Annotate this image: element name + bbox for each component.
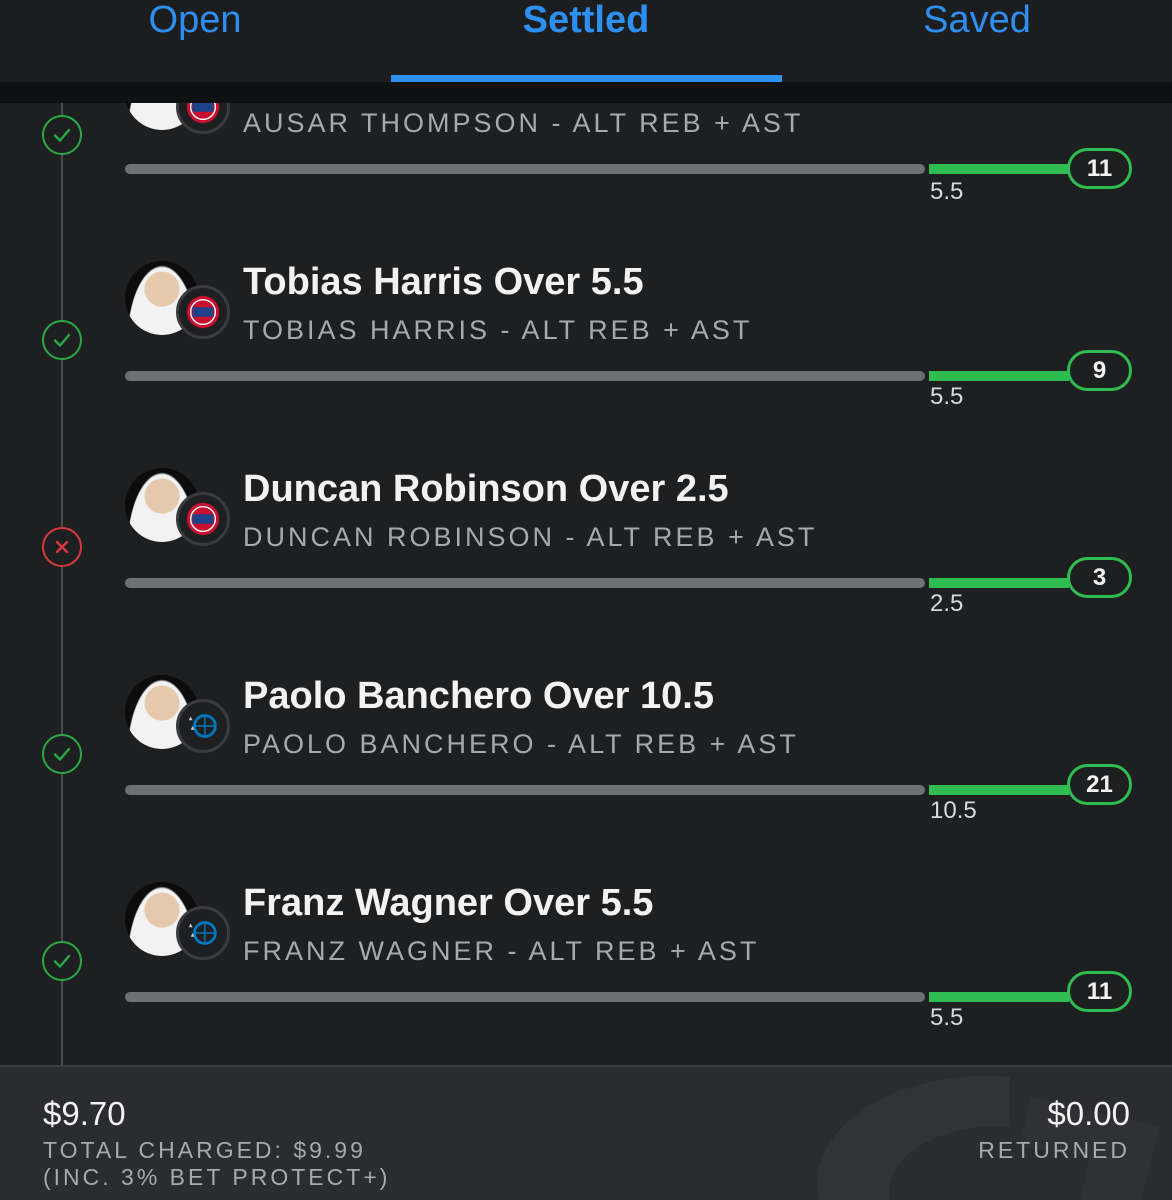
line-value: 5.5: [930, 178, 964, 205]
leg-subtitle: DUNCAN ROBINSON - ALT REB + AST: [243, 522, 818, 552]
returned-label: RETURNED: [978, 1137, 1130, 1163]
stake-amount: $9.70: [43, 1095, 126, 1132]
active-tab-indicator: [391, 75, 782, 82]
bet-protect-note: (INC. 3% BET PROTECT+): [43, 1164, 391, 1190]
x-circle-icon: [42, 527, 82, 567]
tab-saved[interactable]: Saved: [782, 0, 1172, 50]
pistons-logo-icon: [176, 103, 230, 134]
progress-track: [125, 578, 925, 588]
progress-fill: [929, 578, 1069, 588]
tab-bar: Open Settled Saved: [0, 0, 1172, 82]
leg-title: Franz Wagner Over 5.5: [243, 882, 654, 924]
check-circle-icon: [42, 320, 82, 360]
result-value-pill: 3: [1067, 557, 1132, 598]
pistons-logo-icon: [176, 492, 230, 546]
pistons-logo-icon: [176, 285, 230, 339]
tab-divider: [0, 82, 1172, 103]
leg-subtitle: TOBIAS HARRIS - ALT REB + AST: [243, 315, 753, 345]
line-value: 5.5: [930, 1004, 964, 1031]
brand-watermark-icon: [817, 1075, 1160, 1200]
progress-track: [125, 164, 925, 174]
leg-title: Duncan Robinson Over 2.5: [243, 468, 729, 510]
magic-logo-icon: [176, 699, 230, 753]
bet-summary-footer: $9.70 TOTAL CHARGED: $9.99 (INC. 3% BET …: [0, 1065, 1172, 1200]
check-circle-icon: [42, 115, 82, 155]
returned-amount: $0.00: [1047, 1095, 1130, 1132]
total-charged: TOTAL CHARGED: $9.99: [43, 1137, 366, 1163]
leg-title: Tobias Harris Over 5.5: [243, 261, 644, 303]
check-circle-icon: [42, 941, 82, 981]
leg-subtitle: AUSAR THOMPSON - ALT REB + AST: [243, 108, 804, 138]
leg-title: Paolo Banchero Over 10.5: [243, 675, 714, 717]
leg-subtitle: FRANZ WAGNER - ALT REB + AST: [243, 936, 760, 966]
bet-leg[interactable]: AUSAR THOMPSON - ALT REB + AST 11 5.5: [0, 103, 1172, 233]
result-value-pill: 21: [1067, 764, 1132, 805]
result-value-pill: 11: [1067, 971, 1132, 1012]
progress-fill: [929, 371, 1069, 381]
progress-fill: [929, 785, 1069, 795]
progress-track: [125, 371, 925, 381]
magic-logo-icon: [176, 906, 230, 960]
progress-track: [125, 992, 925, 1002]
result-value-pill: 11: [1067, 148, 1132, 189]
tab-settled[interactable]: Settled: [391, 0, 781, 50]
result-value-pill: 9: [1067, 350, 1132, 391]
line-value: 10.5: [930, 797, 977, 824]
line-value: 5.5: [930, 383, 964, 410]
progress-fill: [929, 992, 1069, 1002]
bet-leg[interactable]: Tobias Harris Over 5.5 TOBIAS HARRIS - A…: [0, 233, 1172, 440]
bet-leg[interactable]: Franz Wagner Over 5.5 FRANZ WAGNER - ALT…: [0, 854, 1172, 1061]
bet-leg[interactable]: Duncan Robinson Over 2.5 DUNCAN ROBINSON…: [0, 440, 1172, 647]
bet-leg[interactable]: Paolo Banchero Over 10.5 PAOLO BANCHERO …: [0, 647, 1172, 854]
bet-legs-list[interactable]: AUSAR THOMPSON - ALT REB + AST 11 5.5 To…: [0, 103, 1172, 1065]
check-circle-icon: [42, 734, 82, 774]
leg-subtitle: PAOLO BANCHERO - ALT REB + AST: [243, 729, 799, 759]
tab-open[interactable]: Open: [0, 0, 390, 50]
line-value: 2.5: [930, 590, 964, 617]
progress-fill: [929, 164, 1069, 174]
progress-track: [125, 785, 925, 795]
